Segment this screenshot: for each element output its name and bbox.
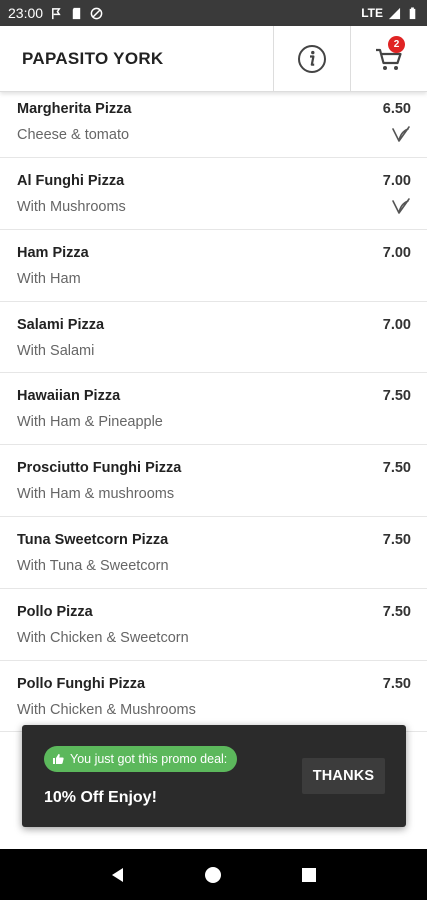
item-name: Al Funghi Pizza: [17, 173, 125, 189]
status-bar: 23:00 LTE: [0, 0, 427, 26]
system-nav-bar: [0, 849, 427, 900]
battery-icon: [409, 6, 416, 19]
item-description: With Ham & Pineapple: [17, 414, 163, 431]
item-price: 7.00: [382, 316, 411, 333]
info-button[interactable]: [273, 25, 350, 92]
item-price: 7.00: [382, 173, 411, 189]
menu-item[interactable]: Salami Pizza With Salami 7.00: [0, 302, 427, 374]
restaurant-name: PAPASITO YORK: [22, 48, 164, 68]
promo-badge: You just got this promo deal:: [44, 746, 238, 772]
recents-icon[interactable]: [300, 866, 318, 884]
signal-icon: [388, 7, 401, 19]
menu-item[interactable]: Al Funghi Pizza With Mushrooms 7.00: [0, 158, 427, 230]
info-icon: [298, 44, 326, 73]
vegetarian-icon: [392, 126, 410, 142]
vegetarian-icon: [392, 198, 410, 214]
item-name: Ham Pizza: [17, 244, 89, 261]
item-price: 7.50: [382, 460, 411, 477]
item-description: With Chicken & Mushrooms: [17, 701, 196, 718]
item-description: With Salami: [17, 342, 95, 359]
item-name: Salami Pizza: [17, 316, 105, 333]
thanks-button[interactable]: THANKS: [302, 758, 385, 794]
item-price: 7.50: [382, 675, 411, 692]
network-type: LTE: [361, 6, 383, 20]
sd-card-icon: [72, 7, 81, 19]
menu-item[interactable]: Pollo Pizza With Chicken & Sweetcorn 7.50: [0, 589, 427, 661]
item-name: Margherita Pizza: [17, 101, 132, 117]
menu-item[interactable]: Hawaiian Pizza With Ham & Pineapple 7.50: [0, 373, 427, 446]
menu-item[interactable]: Margherita Pizza Cheese & tomato 6.50: [0, 92, 427, 158]
item-name: Hawaiian Pizza: [17, 388, 121, 405]
menu-item[interactable]: Tuna Sweetcorn Pizza With Tuna & Sweetcor…: [0, 517, 427, 589]
promo-badge-text: You just got this promo deal:: [70, 752, 228, 766]
thumbs-up-icon: [53, 754, 64, 764]
home-icon[interactable]: [204, 866, 222, 884]
item-name: Pollo Pizza: [17, 603, 93, 620]
menu-item[interactable]: Pollo Funghi Pizza With Chicken & Mushroo…: [0, 661, 427, 733]
data-saver-icon: [90, 7, 103, 19]
cart-count-badge: 2: [388, 35, 405, 53]
item-description: With Mushrooms: [17, 199, 126, 215]
app-header: PAPASITO YORK 2: [0, 25, 427, 92]
item-price: 7.00: [382, 244, 411, 261]
item-description: With Tuna & Sweetcorn: [17, 557, 169, 574]
item-name: Prosciutto Funghi Pizza: [17, 460, 182, 477]
back-icon[interactable]: [109, 866, 127, 884]
item-price: 7.50: [382, 388, 411, 405]
item-name: Tuna Sweetcorn Pizza: [17, 531, 169, 548]
menu-item[interactable]: Prosciutto Funghi Pizza With Ham & mushro…: [0, 445, 427, 517]
item-description: Cheese & tomato: [17, 127, 130, 143]
item-price: 7.50: [382, 603, 411, 620]
item-description: With Ham: [17, 270, 81, 287]
item-name: Pollo Funghi Pizza: [17, 675, 146, 692]
promo-title: 10% Off Enjoy!: [44, 789, 157, 806]
item-description: With Chicken & Sweetcorn: [17, 629, 189, 646]
item-price: 7.50: [382, 531, 411, 548]
menu-item[interactable]: Ham Pizza With Ham 7.00: [0, 230, 427, 302]
status-time: 23:00: [8, 5, 44, 21]
cart-button[interactable]: 2: [350, 25, 427, 92]
item-description: With Ham & mushrooms: [17, 486, 175, 503]
promo-toast: You just got this promo deal: 10% Off En…: [22, 725, 406, 827]
item-price: 6.50: [382, 101, 411, 117]
flag-icon: [52, 7, 61, 19]
